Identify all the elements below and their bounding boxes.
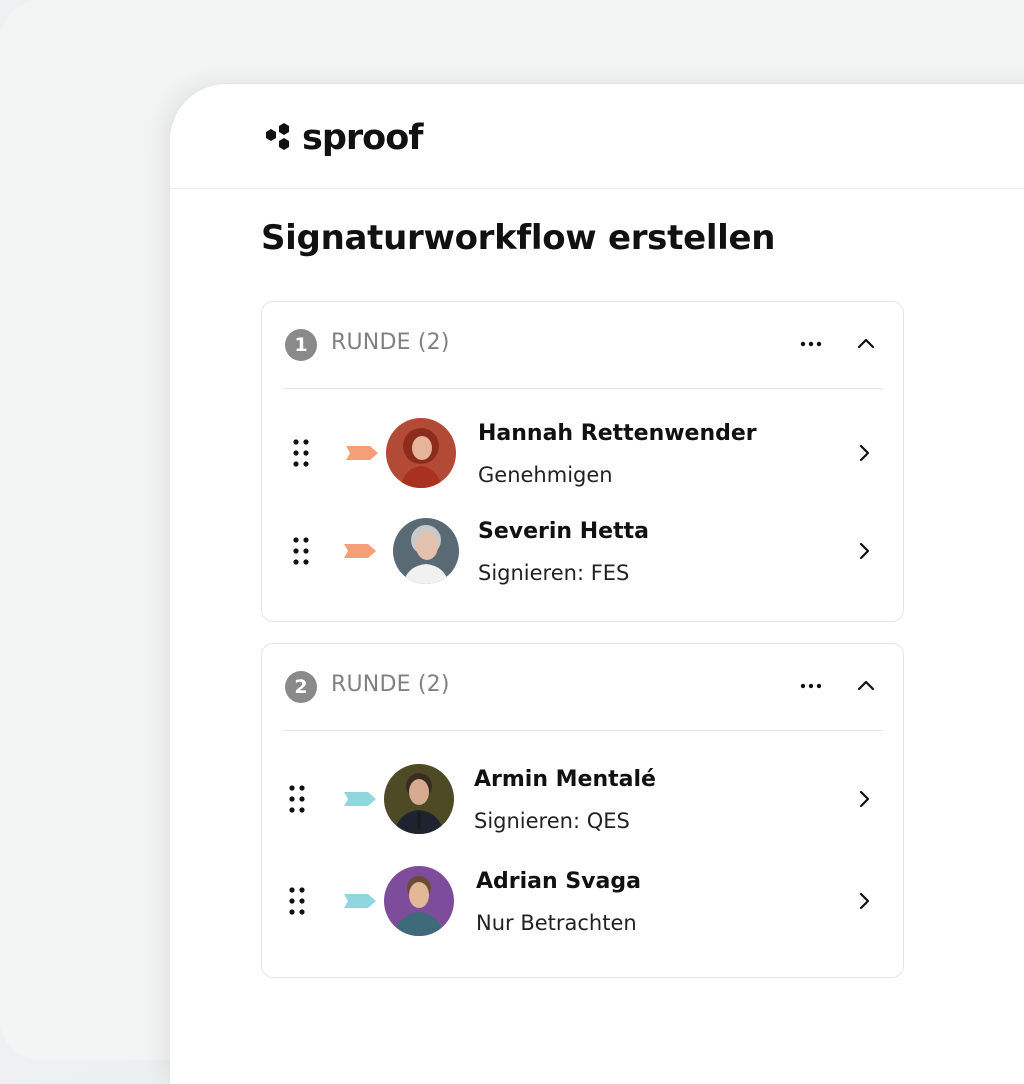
chevron-up-icon[interactable] xyxy=(856,676,876,696)
drag-handle-icon[interactable] xyxy=(291,535,311,567)
drag-handle-icon[interactable] xyxy=(287,783,307,815)
signer-name: Armin Mentalé xyxy=(474,767,656,792)
chevron-right-icon[interactable] xyxy=(857,541,871,561)
signer-role: Signieren: QES xyxy=(474,809,630,833)
chevron-up-icon[interactable] xyxy=(856,334,876,354)
tag-arrow-icon xyxy=(344,792,376,806)
round-number-badge: 1 xyxy=(285,329,317,361)
brand-name: sproof xyxy=(302,118,423,158)
avatar xyxy=(384,764,454,834)
tag-arrow-icon xyxy=(344,544,376,558)
avatar xyxy=(384,866,454,936)
round-number-badge: 2 xyxy=(285,671,317,703)
chevron-right-icon[interactable] xyxy=(857,789,871,809)
round-label: RUNDE (2) xyxy=(331,672,450,697)
hexagon-cluster-icon xyxy=(266,123,289,150)
signer-row[interactable]: Hannah Rettenwender Genehmigen xyxy=(262,413,903,493)
signer-row[interactable]: Armin Mentalé Signieren: QES xyxy=(262,759,903,839)
drag-handle-icon[interactable] xyxy=(291,437,311,469)
workflow-card: sproof Signaturworkflow erstellen 1 RUND… xyxy=(170,84,1024,1084)
round-label: RUNDE (2) xyxy=(331,330,450,355)
tag-arrow-icon xyxy=(346,446,378,460)
signer-role: Genehmigen xyxy=(478,463,613,487)
drag-handle-icon[interactable] xyxy=(287,885,307,917)
round-divider xyxy=(284,388,883,389)
top-bar: sproof xyxy=(170,84,1024,189)
round-header[interactable]: 2 RUNDE (2) xyxy=(262,644,903,730)
avatar xyxy=(393,518,459,584)
more-options-icon[interactable] xyxy=(798,332,824,356)
signer-row[interactable]: Severin Hetta Signieren: FES xyxy=(262,511,903,591)
round-card-2: 2 RUNDE (2) Armin Mentalé Signieren: QES… xyxy=(261,643,904,978)
more-options-icon[interactable] xyxy=(798,674,824,698)
signer-name: Adrian Svaga xyxy=(476,869,641,894)
signer-role: Nur Betrachten xyxy=(476,911,637,935)
page-title: Signaturworkflow erstellen xyxy=(261,218,776,258)
chevron-right-icon[interactable] xyxy=(857,443,871,463)
signer-row[interactable]: Adrian Svaga Nur Betrachten xyxy=(262,861,903,941)
signer-name: Hannah Rettenwender xyxy=(478,421,757,446)
tag-arrow-icon xyxy=(344,894,376,908)
chevron-right-icon[interactable] xyxy=(857,891,871,911)
brand-logo[interactable]: sproof xyxy=(262,118,423,158)
round-divider xyxy=(284,730,883,731)
round-header[interactable]: 1 RUNDE (2) xyxy=(262,302,903,388)
round-card-1: 1 RUNDE (2) Hannah Rettenwender Genehmig… xyxy=(261,301,904,622)
signer-name: Severin Hetta xyxy=(478,519,649,544)
avatar xyxy=(386,418,456,488)
signer-role: Signieren: FES xyxy=(478,561,630,585)
